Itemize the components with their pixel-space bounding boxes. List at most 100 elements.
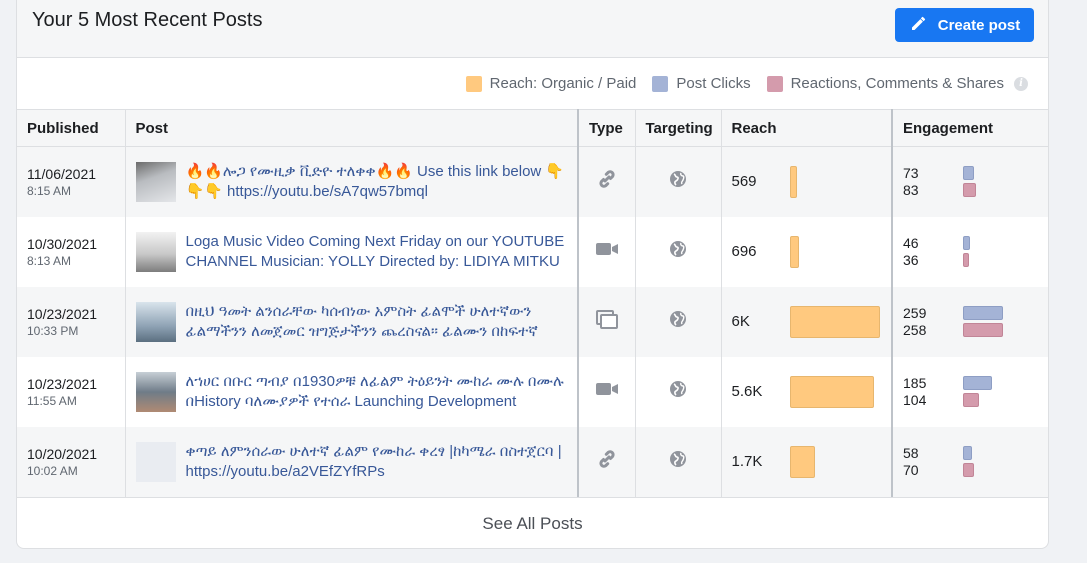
post-text[interactable]: በዚህ ዓመት ልንሰራቸው ካሰብነው አምስት ፊልሞች ሁለተኛውን ፊል… (186, 302, 570, 342)
link-icon (596, 170, 618, 194)
post-text[interactable]: Loga Music Video Coming Next Friday on o… (186, 232, 570, 272)
type-cell (578, 146, 636, 217)
legend-clicks: Post Clicks (652, 75, 751, 92)
post-text[interactable]: 🔥🔥ሎጋ የሙዚቃ ቪድዮ ተለቀቀ🔥🔥 Use this link below… (186, 162, 570, 202)
reach-value: 1.7K (731, 453, 763, 470)
table-row[interactable]: 10/23/2021 11:55 AM ለኀሀር በቡር ጣብያ በ1930ዎቹ… (17, 356, 1048, 427)
post-cell[interactable]: Loga Music Video Coming Next Friday on o… (125, 216, 579, 287)
reactions-value: 258 (903, 321, 927, 338)
post-thumbnail[interactable] (135, 161, 176, 202)
table-row[interactable]: 10/23/2021 10:33 PM በዚህ ዓመት ልንሰራቸው ካሰብነው… (17, 286, 1048, 357)
post-clicks-value: 46 (903, 234, 919, 251)
targeting-cell (635, 286, 722, 357)
post-thumbnail[interactable] (135, 441, 176, 482)
post-cell[interactable]: በዚህ ዓመት ልንሰራቸው ካሰብነው አምስት ፊልሞች ሁለተኛውን ፊል… (125, 286, 579, 357)
reach-value: 696 (731, 243, 757, 260)
targeting-cell (635, 426, 722, 497)
header-reach[interactable]: Reach (721, 109, 893, 147)
recent-posts-card: Your 5 Most Recent Posts Create post Rea… (16, 0, 1049, 549)
post-clicks-bar (963, 306, 1003, 320)
info-icon[interactable]: i (1014, 76, 1028, 91)
post-clicks-bar (963, 166, 974, 181)
reach-bar (789, 235, 799, 268)
table-row[interactable]: 10/30/2021 8:13 AM Loga Music Video Comi… (17, 216, 1048, 287)
post-clicks-value: 58 (903, 444, 919, 461)
posts-table: Published Post Type Targeting Reach Enga… (17, 109, 1048, 497)
table-header-row: Published Post Type Targeting Reach Enga… (17, 109, 1048, 147)
published-time: 10:02 AM (27, 463, 78, 478)
post-clicks-bar (963, 446, 972, 460)
create-post-button[interactable]: Create post (895, 8, 1034, 42)
table-row[interactable]: 10/20/2021 10:02 AM ቀጣይ ለምንሰራው ሁለተኛ ፊልም … (17, 426, 1048, 497)
globe-icon (669, 171, 687, 192)
post-text[interactable]: ቀጣይ ለምንሰራው ሁለተኛ ፊልም የሙከራ ቀረፃ |ከካሜራ በስተጀር… (186, 442, 570, 482)
post-text[interactable]: ለኀሀር በቡር ጣብያ በ1930ዎቹ ለፊልም ትዕይንት ሙከራ ሙሉ በ… (186, 372, 570, 412)
reach-value: 5.6K (731, 383, 763, 400)
published-date: 11/06/2021 (27, 165, 97, 182)
card-title: Your 5 Most Recent Posts (32, 9, 263, 31)
engagement-cell: 259 258 (892, 286, 1048, 357)
type-cell (578, 286, 636, 357)
post-cell[interactable]: ለኀሀር በቡር ጣብያ በ1930ዎቹ ለፊልም ትዕይንት ሙከራ ሙሉ በ… (125, 356, 579, 427)
see-all-posts-link[interactable]: See All Posts (17, 497, 1048, 548)
post-cell[interactable]: ቀጣይ ለምንሰራው ሁለተኛ ፊልም የሙከራ ቀረፃ |ከካሜራ በስተጀር… (125, 426, 579, 497)
engagement-cell: 58 70 (892, 426, 1048, 497)
pencil-icon (909, 13, 929, 37)
type-cell (578, 426, 636, 497)
post-cell[interactable]: 🔥🔥ሎጋ የሙዚቃ ቪድዮ ተለቀቀ🔥🔥 Use this link below… (125, 146, 579, 217)
published-time: 10:33 PM (27, 323, 79, 338)
table-row[interactable]: 11/06/2021 8:15 AM 🔥🔥ሎጋ የሙዚቃ ቪድዮ ተለቀቀ🔥🔥 … (17, 146, 1048, 217)
reach-cell: 6K (721, 286, 893, 357)
legend-reach-label: Reach: Organic / Paid (489, 75, 637, 92)
reach-swatch (465, 75, 482, 92)
targeting-cell (635, 356, 722, 427)
published-cell: 10/23/2021 10:33 PM (17, 286, 126, 357)
post-thumbnail[interactable] (135, 371, 176, 412)
post-clicks-bar (963, 376, 992, 390)
engagement-cell: 46 36 (892, 216, 1048, 287)
header-type[interactable]: Type (578, 109, 636, 147)
post-clicks-value: 185 (903, 374, 927, 391)
reach-cell: 1.7K (721, 426, 893, 497)
create-post-label: Create post (937, 16, 1021, 34)
reach-cell: 569 (721, 146, 893, 217)
legend-reach: Reach: Organic / Paid (465, 75, 637, 92)
chart-legend: Reach: Organic / Paid Post Clicks Reacti… (17, 58, 1048, 109)
type-cell (578, 356, 636, 427)
header-published[interactable]: Published (17, 109, 126, 147)
published-cell: 10/20/2021 10:02 AM (17, 426, 126, 497)
card-header: Your 5 Most Recent Posts Create post (17, 0, 1048, 58)
reactions-bar (963, 393, 979, 407)
reach-value: 6K (731, 313, 750, 330)
globe-icon (669, 241, 687, 262)
published-cell: 11/06/2021 8:15 AM (17, 146, 126, 217)
reach-bar (789, 305, 880, 338)
globe-icon (669, 451, 687, 472)
reach-bar (789, 375, 874, 408)
targeting-cell (635, 146, 722, 217)
reach-cell: 5.6K (721, 356, 893, 427)
reach-bar (789, 165, 797, 198)
legend-reactions: Reactions, Comments & Shares i (766, 75, 1028, 92)
post-clicks-value: 73 (903, 164, 919, 181)
post-thumbnail[interactable] (135, 231, 176, 272)
post-thumbnail[interactable] (135, 301, 176, 342)
video-icon (595, 243, 619, 262)
published-date: 10/23/2021 (27, 305, 98, 322)
reactions-value: 104 (903, 391, 927, 408)
published-time: 8:13 AM (27, 253, 72, 268)
header-engagement[interactable]: Engagement (892, 109, 1048, 147)
reactions-value: 36 (903, 251, 919, 268)
reach-value: 569 (731, 173, 757, 191)
reactions-swatch (766, 75, 783, 92)
engagement-cell: 73 83 (892, 146, 1048, 217)
globe-icon (669, 311, 687, 332)
post-clicks-bar (963, 236, 970, 250)
published-date: 10/23/2021 (27, 375, 98, 392)
reach-cell: 696 (721, 216, 893, 287)
engagement-cell: 185 104 (892, 356, 1048, 427)
link-icon (596, 450, 618, 474)
header-targeting[interactable]: Targeting (635, 109, 722, 147)
header-post[interactable]: Post (125, 109, 579, 147)
type-cell (578, 216, 636, 287)
